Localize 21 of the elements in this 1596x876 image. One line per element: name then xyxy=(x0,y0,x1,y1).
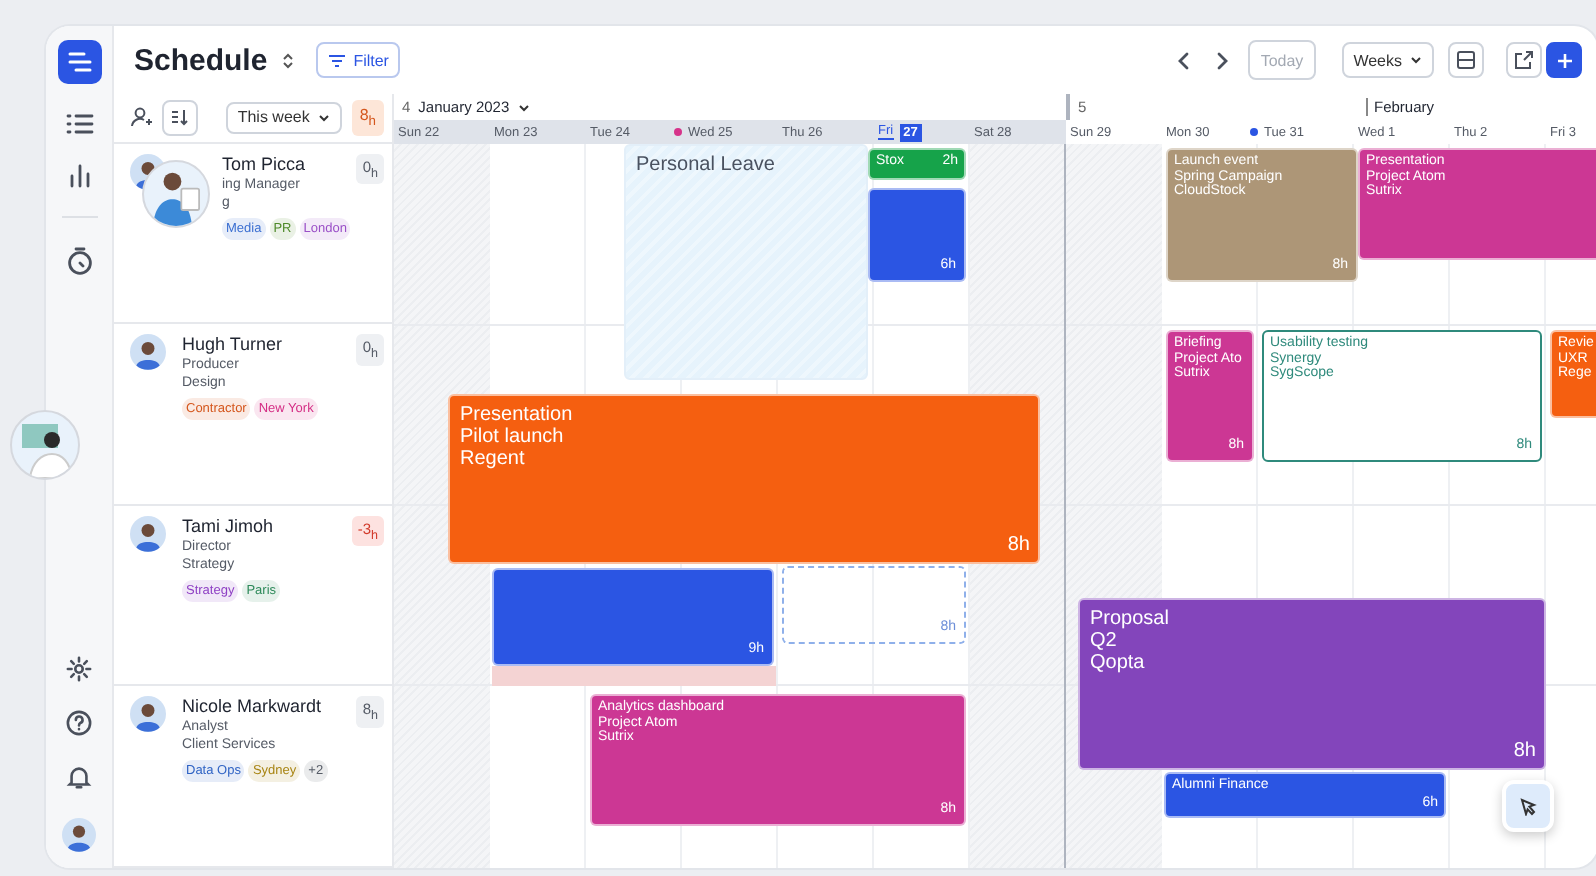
event-hours: 8h xyxy=(1513,740,1536,762)
person-name: Hugh Turner xyxy=(182,334,283,355)
person-name: Nicole Markwardt xyxy=(182,696,322,717)
event-text: Proposal xyxy=(1090,608,1171,630)
leave-block[interactable]: Personal Leave xyxy=(624,144,868,380)
event-text: Pilot launch xyxy=(460,426,566,448)
event-text: Qopta xyxy=(1090,652,1147,674)
filter-button[interactable]: Filter xyxy=(315,42,401,78)
event-hours: 8h xyxy=(1007,534,1030,556)
event-card[interactable]: Proposal Q2 Qopta 8h xyxy=(1078,598,1546,770)
person-name: Tami Jimoh xyxy=(182,515,274,536)
total-hours: 8$_{h}$ xyxy=(351,99,384,136)
period-dropdown[interactable]: This week xyxy=(225,101,342,134)
event-title: Personal Leave xyxy=(636,154,777,176)
person-name: Tom Picca xyxy=(222,153,306,173)
event-text: Q2 xyxy=(1090,630,1119,652)
view-dropdown[interactable]: Weeks xyxy=(1341,42,1434,78)
page-title: Schedule xyxy=(134,43,268,77)
event-text: Regent xyxy=(460,448,527,470)
event-card[interactable]: Presentation Pilot launch Regent 8h xyxy=(448,394,1040,564)
event-text: Presentation xyxy=(460,404,575,426)
